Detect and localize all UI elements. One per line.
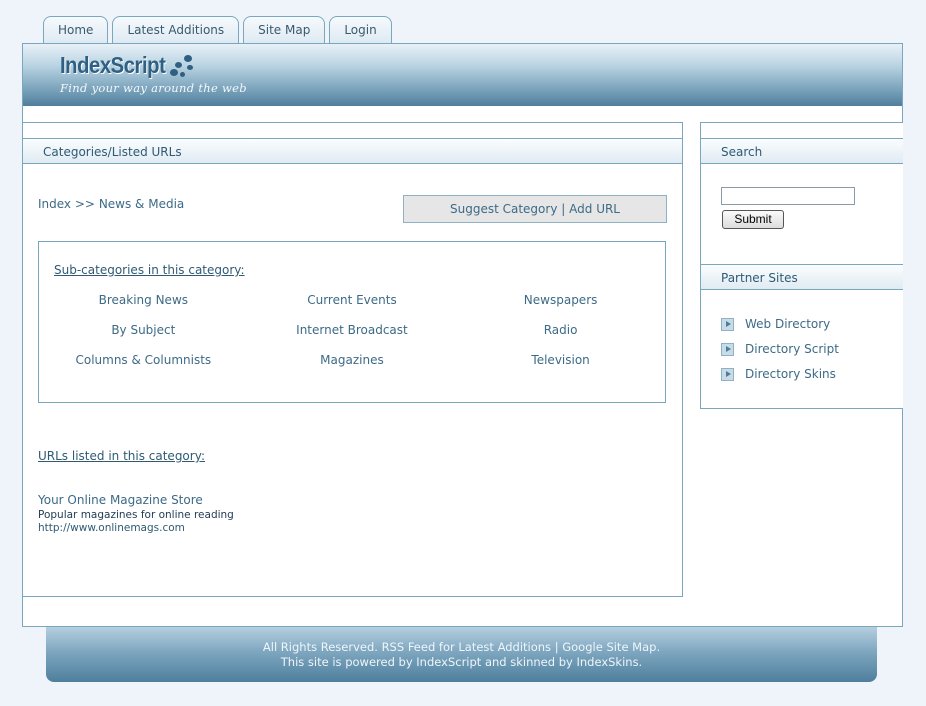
subcategory-link[interactable]: Columns & Columnists <box>39 353 248 383</box>
search-submit-button[interactable]: Submit <box>722 210 784 229</box>
site-header: IndexScript Find your way around the web <box>23 44 902 106</box>
logo-dots-icon <box>170 55 200 81</box>
page-frame: IndexScript Find your way around the web… <box>22 43 903 627</box>
tab-latest-additions[interactable]: Latest Additions <box>112 16 240 44</box>
partner-label: Directory Script <box>745 342 839 356</box>
listing-description: Popular magazines for online reading <box>38 509 234 521</box>
top-nav: Home Latest Additions Site Map Login <box>43 16 392 44</box>
breadcrumb: Index >> News & Media <box>38 197 184 211</box>
tab-home[interactable]: Home <box>43 16 109 44</box>
suggest-separator: | <box>561 202 566 216</box>
subcategories-grid: Breaking News Current Events Newspapers … <box>39 293 665 383</box>
tab-site-map[interactable]: Site Map <box>243 16 326 44</box>
subcategory-row: Breaking News Current Events Newspapers <box>39 293 665 323</box>
partners-heading: Partner Sites <box>701 264 903 290</box>
main-heading: Categories/Listed URLs <box>23 138 682 164</box>
arrow-right-icon <box>721 317 734 331</box>
search-heading: Search <box>701 138 903 164</box>
subcategory-link[interactable]: Internet Broadcast <box>248 323 457 353</box>
main-panel: Categories/Listed URLs Index >> News & M… <box>23 122 683 597</box>
breadcrumb-index-link[interactable]: Index <box>38 197 71 211</box>
suggest-box: Suggest Category | Add URL <box>403 195 667 223</box>
site-logo[interactable]: IndexScript Find your way around the web <box>60 52 247 95</box>
partner-label: Web Directory <box>745 317 831 331</box>
subcategory-link[interactable]: Newspapers <box>456 293 665 323</box>
tab-login[interactable]: Login <box>329 16 392 44</box>
subcategory-row: By Subject Internet Broadcast Radio <box>39 323 665 353</box>
site-footer: All Rights Reserved. RSS Feed for Latest… <box>46 627 877 682</box>
partner-directory-skins[interactable]: Directory Skins <box>721 367 836 381</box>
subcategories-box: Sub-categories in this category: Breakin… <box>38 241 666 403</box>
footer-line-2: This site is powered by IndexScript and … <box>280 655 643 669</box>
arrow-right-icon <box>721 367 734 381</box>
partner-web-directory[interactable]: Web Directory <box>721 317 830 331</box>
subcategory-link[interactable]: By Subject <box>39 323 248 353</box>
footer-line-1: All Rights Reserved. RSS Feed for Latest… <box>262 640 661 654</box>
divider <box>23 122 682 123</box>
subcategory-link[interactable]: Magazines <box>248 353 457 383</box>
listing-title-link[interactable]: Your Online Magazine Store <box>38 493 234 507</box>
subcategory-link[interactable]: Television <box>456 353 665 383</box>
logo-tagline: Find your way around the web <box>60 81 247 95</box>
breadcrumb-separator: >> <box>74 197 95 211</box>
listing-url-link[interactable]: http://www.onlinemags.com <box>38 522 234 534</box>
breadcrumb-current: News & Media <box>98 197 185 211</box>
arrow-right-icon <box>721 342 734 356</box>
subcategory-row: Columns & Columnists Magazines Televisio… <box>39 353 665 383</box>
partner-directory-script[interactable]: Directory Script <box>721 342 839 356</box>
url-listing: Your Online Magazine Store Popular magaz… <box>38 493 234 534</box>
subcategory-link[interactable]: Breaking News <box>39 293 248 323</box>
subcategories-heading: Sub-categories in this category: <box>54 263 245 277</box>
suggest-category-link[interactable]: Suggest Category <box>450 202 557 216</box>
partner-label: Directory Skins <box>745 367 836 381</box>
subcategory-link[interactable]: Current Events <box>248 293 457 323</box>
urls-heading: URLs listed in this category: <box>38 449 205 463</box>
subcategory-link[interactable]: Radio <box>456 323 665 353</box>
sidebar: Search Submit Partner Sites Web Director… <box>700 122 903 409</box>
search-input[interactable] <box>721 187 855 205</box>
add-url-link[interactable]: Add URL <box>569 202 620 216</box>
